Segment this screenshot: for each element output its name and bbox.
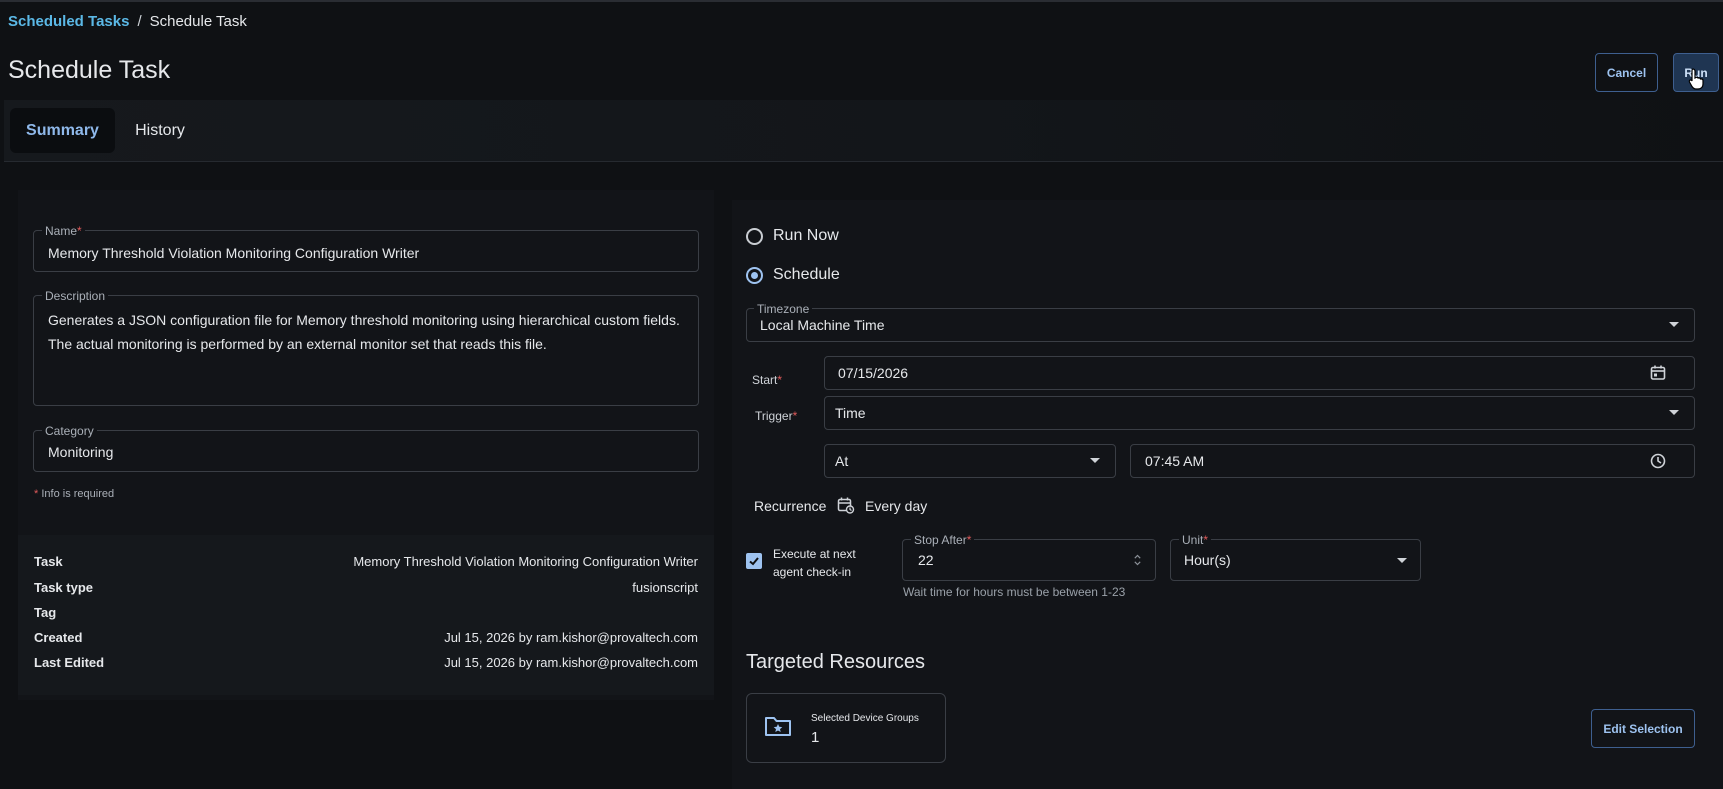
detail-created-value: Jul 15, 2026 by ram.kishor@provaltech.co… [444,630,698,645]
category-value: Monitoring [48,444,114,460]
detail-task-type-value: fusionscript [632,580,698,595]
device-groups-label: Selected Device Groups [811,713,919,724]
recurrence-value[interactable]: Every day [865,498,927,514]
trigger-value: Time [835,405,866,421]
time-value: 07:45 AM [1145,453,1205,469]
description-value: Generates a JSON configuration file for … [48,312,680,352]
execute-next-checkbox[interactable] [746,553,762,569]
edit-selection-button[interactable]: Edit Selection [1591,709,1695,748]
execute-next-label: Execute at next agent check-in [773,547,856,579]
required-note: * Info is required [34,488,115,500]
stop-after-help: Wait time for hours must be between 1-23 [903,585,1126,599]
calendar-repeat-icon[interactable] [837,496,855,515]
trigger-select[interactable] [824,396,1695,430]
description-label: Description [42,289,109,303]
device-groups-count: 1 [811,729,820,746]
page-title: Schedule Task [8,56,171,84]
chevron-down-icon [1090,458,1100,463]
tab-summary[interactable]: Summary [10,108,115,153]
detail-task-value: Memory Threshold Violation Monitoring Co… [353,554,698,569]
check-icon [749,557,759,566]
targeted-resources-title: Targeted Resources [746,651,925,673]
start-label: Start* [752,373,783,387]
tab-bar [4,100,1723,162]
chevron-down-icon [1669,410,1679,415]
at-value: At [835,453,849,469]
chevron-down-icon [1397,558,1407,563]
detail-task-label: Task [34,554,63,569]
start-date-value: 07/15/2026 [838,365,909,381]
at-select[interactable] [824,444,1116,478]
name-value: Memory Threshold Violation Monitoring Co… [48,245,420,261]
clock-icon[interactable] [1650,453,1666,469]
unit-value: Hour(s) [1184,552,1231,568]
start-date-input[interactable] [824,356,1695,390]
timezone-label: Timezone [754,302,813,316]
unit-label: Unit* [1179,533,1212,547]
name-label: Name* [42,224,85,238]
time-input[interactable] [1130,444,1695,478]
category-field[interactable] [33,430,699,472]
breadcrumb-separator: / [137,13,142,30]
folder-star-icon [765,717,791,736]
run-now-label[interactable]: Run Now [773,227,839,245]
detail-created-label: Created [34,630,83,645]
detail-last-edited-label: Last Edited [34,655,105,670]
chevron-down-icon [1669,322,1679,327]
tab-history[interactable]: History [120,108,200,153]
category-label: Category [42,424,97,438]
recurrence-label: Recurrence [754,498,827,514]
breadcrumb-scheduled-tasks[interactable]: Scheduled Tasks [8,13,129,30]
schedule-label[interactable]: Schedule [773,266,840,284]
detail-tag-label: Tag [34,605,57,620]
detail-last-edited-value: Jul 15, 2026 by ram.kishor@provaltech.co… [444,655,698,670]
calendar-icon[interactable] [1650,364,1666,381]
breadcrumb-current: Schedule Task [149,13,247,30]
trigger-label: Trigger* [755,409,798,423]
timezone-value: Local Machine Time [760,317,885,333]
stop-after-value: 22 [918,552,934,568]
breadcrumb: Scheduled Tasks / Schedule Task [8,13,247,30]
stop-after-label: Stop After* [911,533,975,547]
schedule-radio[interactable] [746,267,763,284]
top-border [0,0,1723,2]
timezone-select[interactable] [746,308,1695,342]
pointer-cursor-icon [1688,68,1704,90]
stepper-icon[interactable] [1133,553,1142,567]
cancel-button[interactable]: Cancel [1595,53,1658,92]
run-now-radio[interactable] [746,228,763,245]
detail-task-type-label: Task type [34,580,94,595]
